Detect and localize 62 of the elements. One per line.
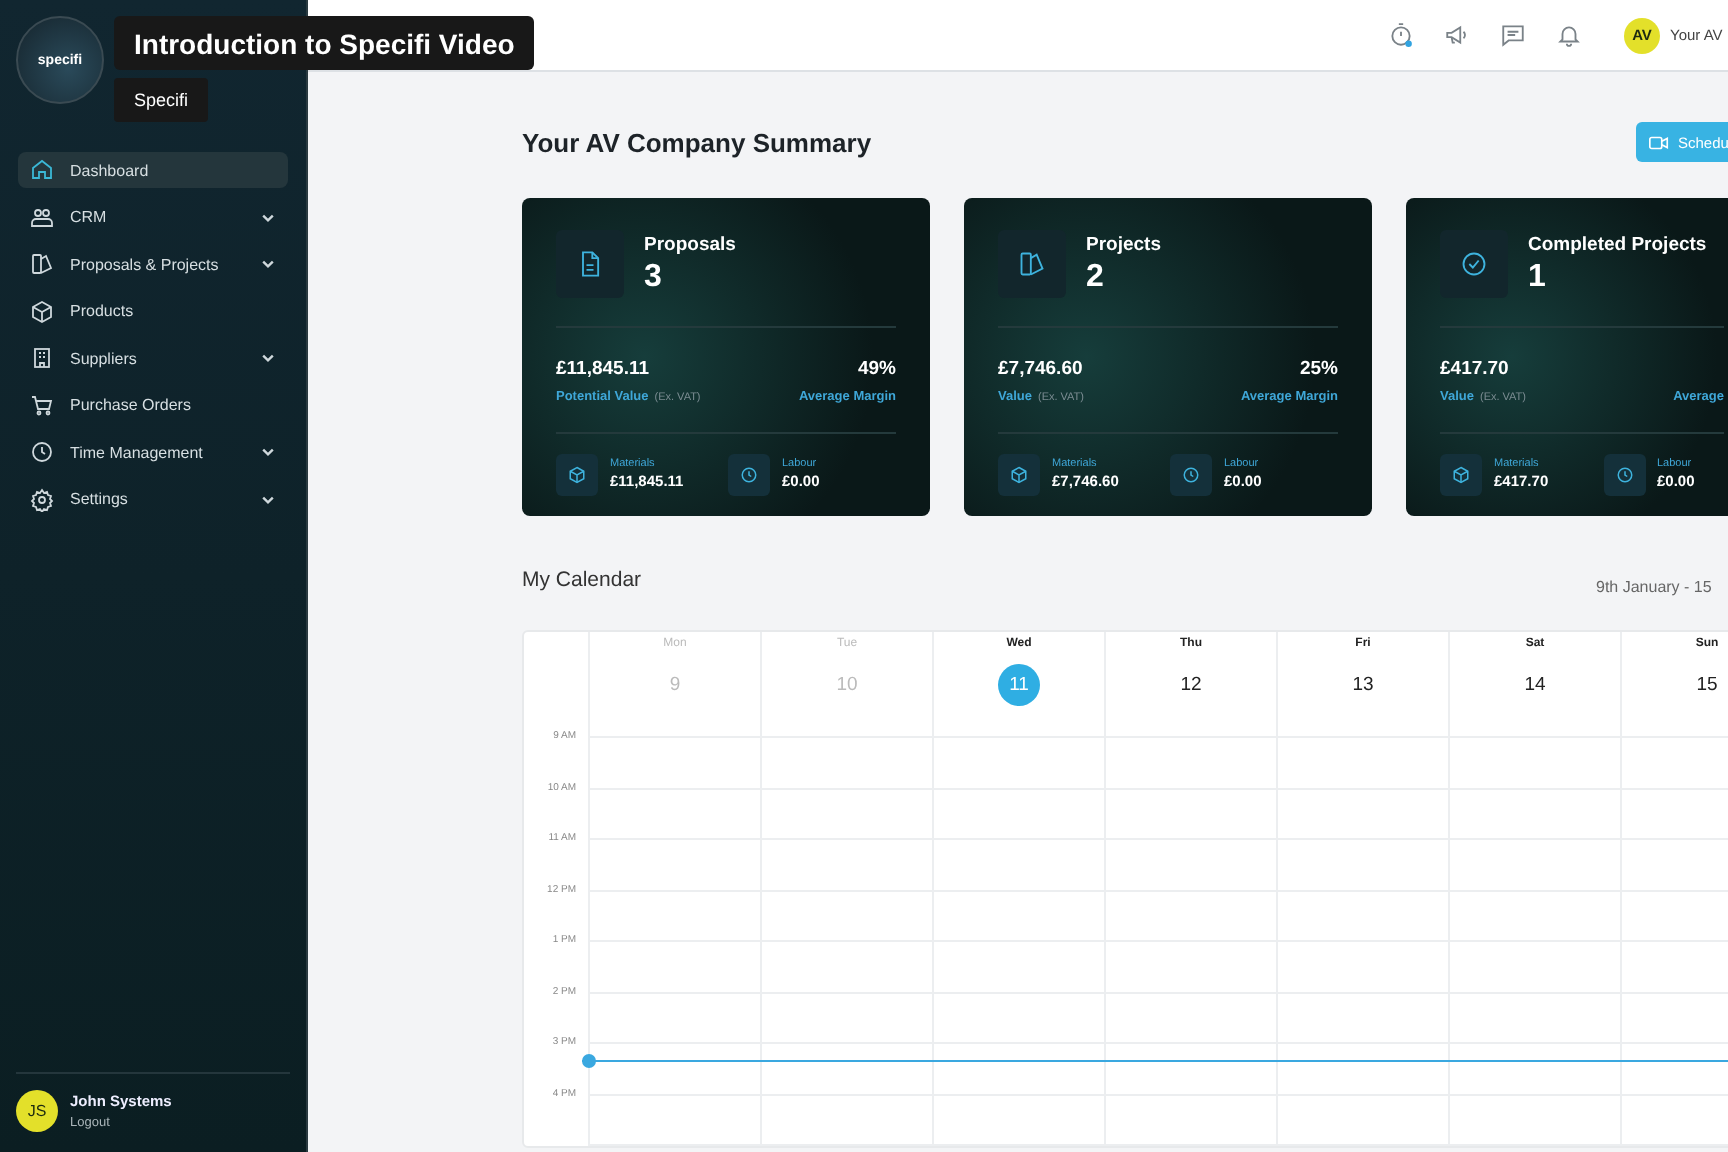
settings-icon (30, 487, 54, 511)
card-count: 3 (644, 260, 664, 296)
margin-value: 49% (857, 357, 896, 379)
nav-item[interactable]: CRM (18, 199, 288, 235)
card-title: Proposals (644, 234, 736, 256)
cube-icon (1010, 465, 1028, 483)
chat-icon[interactable] (1500, 22, 1526, 48)
card-value: £11,845.11 (556, 357, 651, 379)
nav-item[interactable]: Proposals & Projects (18, 246, 288, 282)
nav-item[interactable]: Purchase Orders (18, 387, 288, 423)
nav-item[interactable]: Suppliers (18, 340, 288, 376)
chevron-icon (260, 209, 276, 225)
date-range: 9th January - 15 (1596, 578, 1712, 596)
clock-icon (1182, 465, 1200, 483)
bell-icon[interactable] (1556, 22, 1582, 48)
cube-icon (568, 465, 586, 483)
chevron-icon (260, 491, 276, 507)
day-number[interactable]: 13 (1342, 664, 1384, 706)
layers-icon (30, 252, 54, 276)
megaphone-icon[interactable] (1444, 22, 1470, 48)
video-title[interactable]: Introduction to Specifi Video (114, 16, 535, 70)
clock-icon (30, 440, 54, 464)
page-title: Your AV Company Summary (522, 127, 874, 157)
chevron-icon (260, 444, 276, 460)
day-number[interactable]: 15 (1686, 664, 1728, 706)
timer-icon[interactable] (1388, 22, 1414, 48)
card-title: Projects (1086, 234, 1161, 256)
nav-item[interactable]: Time Management (18, 434, 288, 470)
layers-icon (1018, 250, 1046, 278)
building-icon (30, 346, 54, 370)
nav-item[interactable]: Dashboard (18, 152, 288, 188)
card-value: £7,746.60 (998, 357, 1085, 379)
day-number[interactable]: 12 (1170, 664, 1212, 706)
clock-icon (1615, 465, 1633, 483)
margin-value: 25% (1299, 357, 1338, 379)
chevron-icon (260, 350, 276, 366)
user-avatar: JS (16, 1090, 58, 1132)
cube-icon (1452, 465, 1470, 483)
cube-icon (30, 299, 54, 323)
card-value: £417.70 (1440, 357, 1511, 379)
home-icon (30, 158, 54, 182)
time-slot[interactable] (934, 1095, 1106, 1146)
time-slot[interactable] (1278, 1095, 1450, 1146)
time-slot[interactable] (590, 1095, 762, 1146)
channel-name[interactable]: Specifi (114, 78, 209, 122)
nav-item[interactable]: Products (18, 293, 288, 329)
card-count: 2 (1086, 260, 1106, 296)
time-slot[interactable] (1106, 1095, 1278, 1146)
calendar-title: My Calendar (522, 568, 644, 592)
document-icon (576, 250, 604, 278)
clock-icon (740, 465, 758, 483)
nav-item[interactable]: Settings (18, 481, 288, 517)
card-count: 1 (1528, 260, 1548, 296)
cart-icon (30, 393, 54, 417)
check-circle-icon (1460, 250, 1488, 278)
time-slot[interactable] (1450, 1095, 1622, 1146)
chevron-icon (260, 256, 276, 272)
day-number[interactable]: 14 (1514, 664, 1556, 706)
people-icon (30, 205, 54, 229)
video-camera-icon (1648, 131, 1670, 153)
time-slot[interactable] (762, 1095, 934, 1146)
card-title: Completed Projects (1528, 234, 1707, 256)
